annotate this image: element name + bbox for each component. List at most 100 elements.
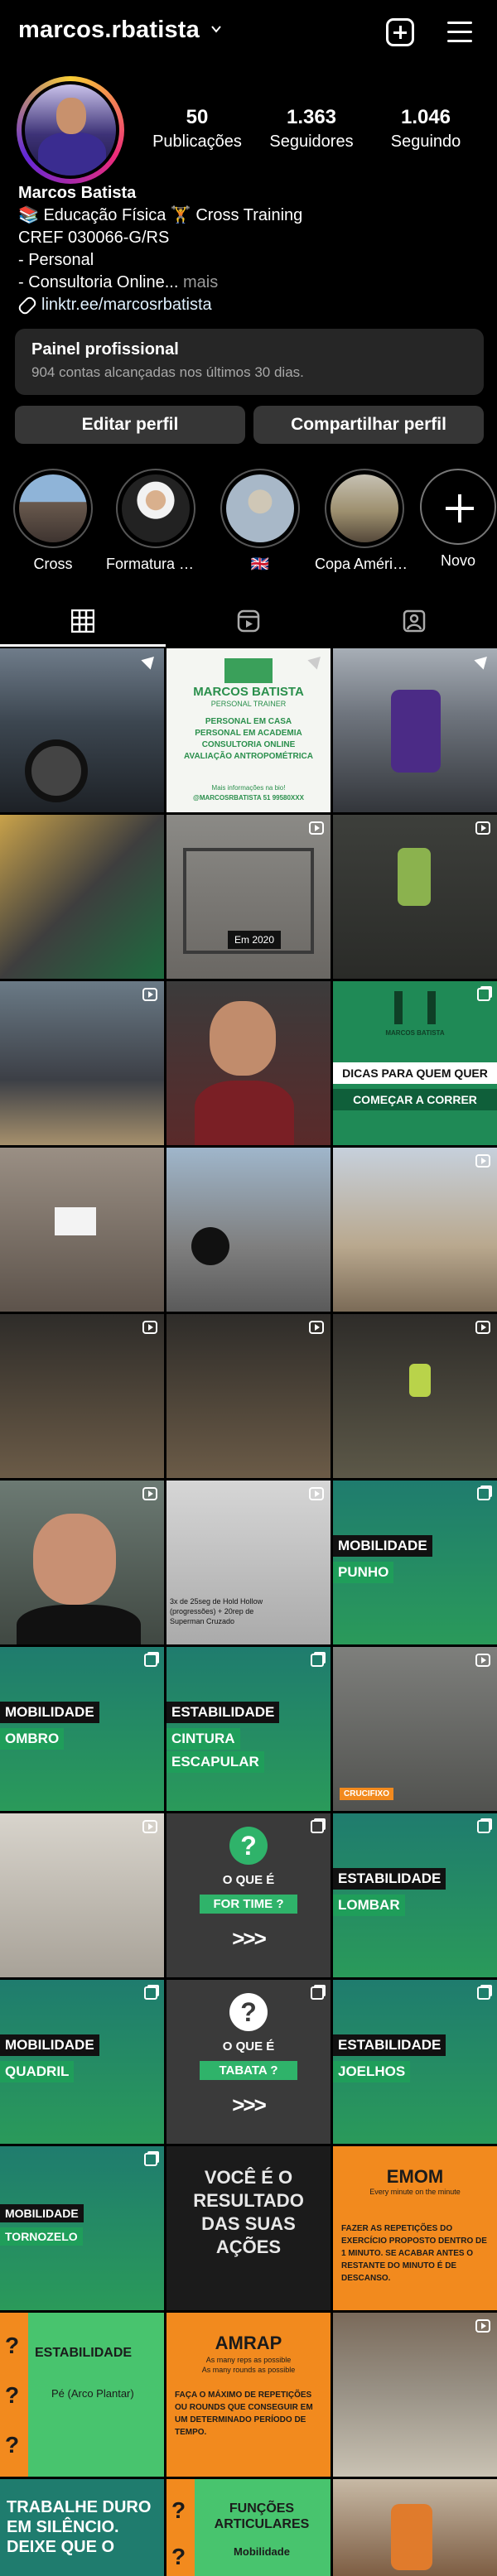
post-thumbnail[interactable]: MARCOS BATISTA PERSONAL TRAINER PERSONAL… <box>166 648 331 812</box>
bio-link[interactable]: linktr.ee/marcosrbatista <box>41 296 212 314</box>
post-label: QUADRIL <box>0 2061 75 2082</box>
post-label: DICAS PARA QUEM QUER <box>333 1062 497 1084</box>
edit-profile-button[interactable]: Editar perfil <box>15 406 245 444</box>
highlight-item[interactable]: 🇬🇧 <box>210 469 310 573</box>
post-thumbnail[interactable]: MOBILIDADE TORNOZELO <box>0 2146 164 2310</box>
reel-icon <box>475 1654 490 1667</box>
post-thumbnail[interactable]: MOBILIDADE QUADRIL <box>0 1980 164 2144</box>
chevron-down-icon[interactable] <box>210 23 222 35</box>
reel-icon <box>142 1321 157 1334</box>
post-thumbnail[interactable] <box>0 648 164 812</box>
profile-name: Marcos Batista <box>18 184 137 202</box>
post-thumbnail[interactable]: ESTABILIDADE CINTURA ESCAPULAR <box>166 1647 331 1811</box>
post-thumbnail[interactable] <box>166 1314 331 1478</box>
reel-icon <box>475 2319 490 2333</box>
post-label: FOR TIME ? <box>200 1895 297 1914</box>
add-icon[interactable] <box>386 18 414 46</box>
bio-line-truncated: - Consultoria Online... mais <box>18 272 482 294</box>
tab-grid[interactable] <box>0 596 166 648</box>
highlight-label: 🇬🇧 <box>250 556 270 572</box>
tab-reels[interactable] <box>166 596 331 648</box>
post-thumbnail[interactable]: VOCÊ É O RESULTADO DAS SUAS AÇÕES <box>166 2146 331 2310</box>
stat-followers-label: Seguidores <box>269 132 354 151</box>
post-label: MOBILIDADE <box>333 1535 432 1557</box>
post-thumbnail[interactable] <box>0 815 164 979</box>
post-thumbnail[interactable]: 3x de 25seg de Hold Hollow (progressões)… <box>166 1481 331 1644</box>
reel-icon <box>475 1321 490 1334</box>
post-label: COMEÇAR A CORRER <box>333 1089 497 1110</box>
post-label: ESTABILIDADE <box>166 1702 280 1723</box>
carousel-icon <box>477 1820 490 1833</box>
post-thumbnail[interactable]: ??? ESTABILIDADE Pé (Arco Plantar) <box>0 2313 164 2477</box>
highlight-label: Cross <box>33 556 73 572</box>
post-label: O QUE É <box>222 1873 275 1887</box>
avatar[interactable] <box>17 76 124 184</box>
post-thumbnail[interactable] <box>0 1148 164 1312</box>
post-thumbnail[interactable] <box>0 981 164 1145</box>
bio-link-row[interactable]: linktr.ee/marcosrbatista <box>17 294 482 316</box>
more-link[interactable]: mais <box>178 273 218 291</box>
stat-following[interactable]: 1.046 Seguindo <box>368 106 484 152</box>
post-thumbnail[interactable]: ESTABILIDADE LOMBAR <box>333 1813 497 1977</box>
stat-followers[interactable]: 1.363 Seguidores <box>253 106 369 152</box>
carousel-icon <box>477 1487 490 1500</box>
post-label: MOBILIDADE <box>0 1702 99 1723</box>
professional-dashboard[interactable]: Painel profissional 904 contas alcançada… <box>15 329 484 395</box>
post-label: CINTURA <box>166 1728 240 1750</box>
post-thumbnail[interactable]: ESTABILIDADE JOELHOS <box>333 1980 497 2144</box>
post-thumbnail[interactable]: MOBILIDADE OMBRO <box>0 1647 164 1811</box>
arrows: >>> <box>232 1926 267 1951</box>
new-highlight[interactable]: Novo <box>419 469 497 570</box>
post-thumbnail[interactable]: ?? FUNÇÕES ARTICULARES Mobilidade <box>166 2479 331 2576</box>
post-thumbnail[interactable] <box>0 1481 164 1644</box>
post-thumbnail[interactable] <box>333 1148 497 1312</box>
highlight-item[interactable]: Copa América... <box>315 469 414 573</box>
bio-line: - Consultoria Online... <box>18 273 179 291</box>
username[interactable]: marcos.rbatista <box>18 17 200 44</box>
link-icon <box>17 294 38 316</box>
avatar-photo <box>22 81 119 179</box>
tagged-icon <box>403 609 426 633</box>
menu-icon[interactable] <box>447 22 472 43</box>
highlight-ring <box>116 469 195 548</box>
post-thumbnail[interactable] <box>333 648 497 812</box>
tab-tagged[interactable] <box>331 596 497 648</box>
bio-line: 📚 Educação Física 🏋 Cross Training <box>18 206 303 224</box>
grid-icon <box>71 609 94 633</box>
post-thumbnail[interactable]: AMRAP As many reps as possible As many r… <box>166 2313 331 2477</box>
share-profile-button[interactable]: Compartilhar perfil <box>253 406 484 444</box>
post-line: PERSONAL EM ACADEMIA <box>195 729 302 738</box>
post-thumbnail[interactable] <box>333 2479 497 2576</box>
post-label: TORNOZELO <box>0 2227 83 2246</box>
reel-icon <box>309 1487 324 1500</box>
post-thumbnail[interactable] <box>333 2313 497 2477</box>
post-thumbnail[interactable]: Em 2020 <box>166 815 331 979</box>
post-label: O QUE É <box>222 2039 275 2054</box>
arrows: >>> <box>232 2092 267 2117</box>
post-thumbnail[interactable] <box>166 981 331 1145</box>
pin-icon <box>307 652 326 670</box>
post-thumbnail[interactable]: TRABALHE DURO EM SILÊNCIO. DEIXE QUE O <box>0 2479 164 2576</box>
post-thumbnail[interactable] <box>0 1314 164 1478</box>
post-thumbnail[interactable] <box>333 1314 497 1478</box>
post-thumbnail[interactable] <box>166 1148 331 1312</box>
post-label: PUNHO <box>333 1562 394 1583</box>
post-label: CRUCIFIXO <box>340 1788 393 1800</box>
highlight-item[interactable]: Formatura 📚... <box>106 469 205 573</box>
post-thumbnail[interactable]: ? O QUE É FOR TIME ? >>> <box>166 1813 331 1977</box>
stat-posts[interactable]: 50 Publicações <box>139 106 255 152</box>
carousel-icon <box>311 1654 324 1667</box>
post-thumbnail[interactable] <box>0 1813 164 1977</box>
post-thumbnail[interactable] <box>333 815 497 979</box>
post-thumbnail[interactable]: EMOM Every minute on the minute FAZER AS… <box>333 2146 497 2310</box>
post-thumbnail[interactable]: CRUCIFIXO <box>333 1647 497 1811</box>
post-thumbnail[interactable]: MARCOS BATISTA DICAS PARA QUEM QUER COME… <box>333 981 497 1145</box>
post-thumbnail[interactable]: MOBILIDADE PUNHO <box>333 1481 497 1644</box>
post-thumbnail[interactable]: ? O QUE É TABATA ? >>> <box>166 1980 331 2144</box>
active-tab-indicator <box>0 644 166 647</box>
post-line: PERSONAL EM CASA <box>205 717 292 726</box>
bio: Marcos Batista 📚 Educação Física 🏋 Cross… <box>17 182 482 316</box>
highlight-item[interactable]: Cross <box>3 469 103 573</box>
panel-title: Painel profissional <box>31 340 179 359</box>
post-body: FAZER AS REPETIÇÕES DO EXERCÍCIO PROPOST… <box>341 2224 487 2283</box>
